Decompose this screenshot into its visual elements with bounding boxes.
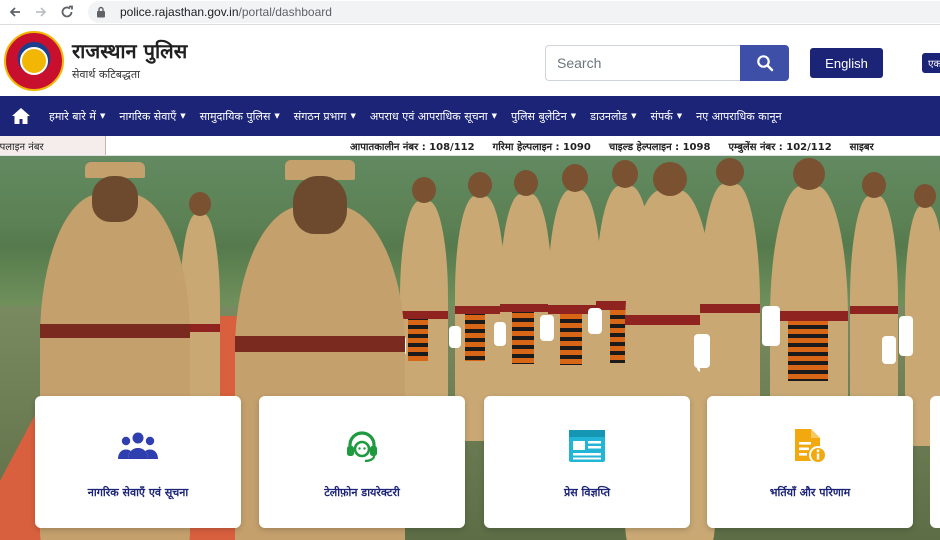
main-nav: हमारे बारे में ▼ नागरिक सेवाएँ ▼ सामुदायिक…	[0, 96, 940, 136]
card-partial-next[interactable]	[930, 396, 940, 528]
headset-icon	[344, 426, 380, 466]
hindi-language-button[interactable]: एक	[922, 53, 940, 73]
ticker-item-garima[interactable]: गरिमा हेल्पलाइन : 1090	[493, 139, 591, 153]
caret-down-icon: ▼	[99, 112, 106, 120]
english-language-button[interactable]: English	[810, 48, 883, 78]
caret-down-icon: ▼	[631, 112, 637, 120]
nav-item-label: डाउनलोड	[590, 109, 628, 123]
card-label: नागरिक सेवाएँ एवं सूचना	[87, 486, 189, 499]
back-arrow-icon[interactable]	[4, 1, 26, 23]
nav-item-new-criminal-laws[interactable]: नए आपराधिक कानून	[689, 96, 789, 136]
emblem-center	[20, 47, 48, 75]
caret-down-icon: ▼	[491, 112, 497, 120]
nav-item-contact[interactable]: संपर्क ▼	[644, 96, 690, 136]
address-bar[interactable]: police.rajasthan.gov.in/portal/dashboard	[88, 1, 940, 23]
ticker-item-child[interactable]: चाइल्ड हेल्पलाइन : 1098	[609, 139, 711, 153]
home-icon[interactable]	[0, 96, 42, 136]
url-text: police.rajasthan.gov.in/portal/dashboard	[120, 5, 332, 19]
nav-item-label: नागरिक सेवाएँ	[119, 109, 177, 123]
card-label: टेलीफ़ोन डायरेक्टरी	[324, 486, 400, 499]
card-telephone-directory[interactable]: टेलीफ़ोन डायरेक्टरी	[259, 396, 465, 528]
nav-item-label: संपर्क	[650, 109, 673, 123]
newspaper-icon	[568, 426, 606, 466]
ticker-item-ambulance[interactable]: एम्बुलेंस नंबर : 102/112	[728, 139, 831, 153]
nav-item-citizen-services[interactable]: नागरिक सेवाएँ ▼	[112, 96, 192, 136]
nav-item-community-police[interactable]: सामुदायिक पुलिस ▼	[193, 96, 287, 136]
nav-item-label: हमारे बारे में	[49, 109, 96, 123]
nav-item-download[interactable]: डाउनलोड ▼	[583, 96, 643, 136]
nav-item-police-bulletin[interactable]: पुलिस बुलेटिन ▼	[504, 96, 583, 136]
nav-item-organization-division[interactable]: संगठन प्रभाग ▼	[287, 96, 363, 136]
forward-arrow-icon[interactable]	[30, 1, 52, 23]
browser-toolbar: police.rajasthan.gov.in/portal/dashboard	[0, 0, 940, 24]
site-header: राजस्थान पुलिस सेवार्थ कटिबद्धता English…	[0, 24, 940, 96]
caret-down-icon: ▼	[570, 112, 577, 120]
document-info-icon	[792, 426, 828, 466]
card-recruitment-results[interactable]: भर्तियाँ और परिणाम	[707, 396, 913, 528]
lock-icon[interactable]	[96, 6, 116, 18]
police-emblem-logo[interactable]	[4, 31, 64, 91]
nav-item-about-us[interactable]: हमारे बारे में ▼	[42, 96, 112, 136]
nav-item-label: संगठन प्रभाग	[293, 109, 347, 123]
site-tagline: सेवार्थ कटिबद्धता	[72, 68, 140, 81]
helpline-ticker-label: हेल्पलाइन नंबर	[0, 136, 106, 155]
url-path: /portal/dashboard	[238, 5, 332, 19]
card-label: भर्तियाँ और परिणाम	[769, 486, 851, 499]
helpline-label-text: हेल्पलाइन नंबर	[0, 142, 44, 153]
group-icon	[117, 426, 159, 466]
card-label: प्रेस विज्ञप्ति	[563, 486, 611, 499]
site-title[interactable]: राजस्थान पुलिस	[72, 37, 187, 64]
search-button[interactable]	[740, 45, 789, 81]
helpline-ticker-items: आपातकालीन नंबर : 108/112 गरिमा हेल्पलाइन…	[350, 136, 892, 155]
nav-item-label: अपराध एवं आपराधिक सूचना	[369, 109, 488, 123]
ticker-item-cyber[interactable]: साइबर	[850, 139, 874, 153]
card-press-release[interactable]: प्रेस विज्ञप्ति	[484, 396, 690, 528]
caret-down-icon: ▼	[180, 112, 186, 120]
nav-item-crime-information[interactable]: अपराध एवं आपराधिक सूचना ▼	[363, 96, 504, 136]
search-icon	[756, 55, 773, 72]
search-input[interactable]	[545, 45, 741, 81]
nav-item-label: सामुदायिक पुलिस	[199, 109, 271, 123]
nav-item-label: नए आपराधिक कानून	[696, 109, 782, 123]
url-host: police.rajasthan.gov.in	[120, 5, 239, 19]
caret-down-icon: ▼	[350, 112, 356, 120]
helpline-ticker: हेल्पलाइन नंबर आपातकालीन नंबर : 108/112 …	[0, 136, 940, 156]
caret-down-icon: ▼	[274, 112, 280, 120]
reload-icon[interactable]	[56, 1, 78, 23]
card-citizen-services[interactable]: नागरिक सेवाएँ एवं सूचना	[35, 396, 241, 528]
caret-down-icon: ▼	[676, 112, 683, 120]
ticker-item-emergency[interactable]: आपातकालीन नंबर : 108/112	[350, 139, 475, 153]
nav-item-label: पुलिस बुलेटिन	[510, 109, 567, 123]
